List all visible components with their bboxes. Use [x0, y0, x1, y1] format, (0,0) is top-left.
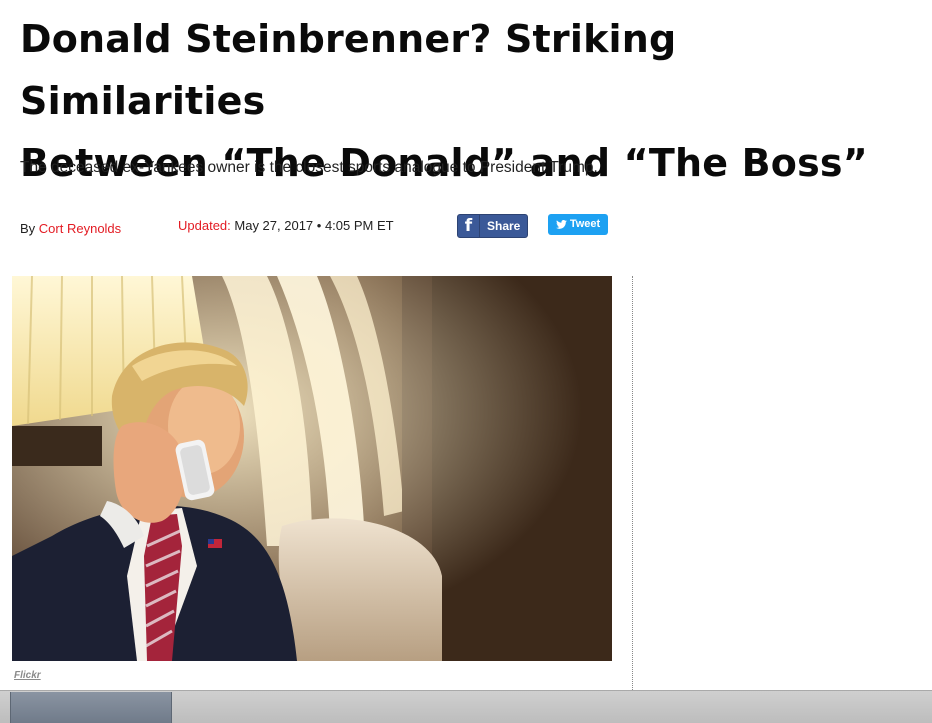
twitter-tweet-button[interactable]: Tweet: [548, 214, 608, 235]
updated-value: May 27, 2017 • 4:05 PM ET: [234, 218, 394, 233]
article-meta: By Cort Reynolds Updated: May 27, 2017 •…: [20, 214, 640, 240]
facebook-share-label: Share: [487, 219, 521, 233]
photo-illustration: [12, 276, 612, 661]
bottom-bar-tab[interactable]: [10, 692, 172, 723]
window-bottom-bar: [0, 690, 932, 723]
byline: By Cort Reynolds: [20, 216, 121, 242]
facebook-share-button[interactable]: f Share: [457, 214, 528, 238]
updated-timestamp: Updated: May 27, 2017 • 4:05 PM ET: [178, 213, 394, 239]
author-link[interactable]: Cort Reynolds: [39, 221, 121, 236]
photo-credit-link[interactable]: Flickr: [14, 670, 41, 681]
column-divider: [632, 276, 633, 690]
headline-line-1: Donald Steinbrenner? Striking Similariti…: [20, 17, 677, 123]
facebook-f-icon: f: [458, 215, 480, 237]
twitter-bird-icon: [555, 220, 567, 229]
article-dek: The deceased ex-Yankees owner is the clo…: [20, 159, 598, 176]
twitter-tweet-label: Tweet: [569, 218, 601, 230]
article-photo: [12, 276, 612, 661]
updated-label: Updated:: [178, 218, 231, 233]
byline-prefix: By: [20, 221, 36, 236]
